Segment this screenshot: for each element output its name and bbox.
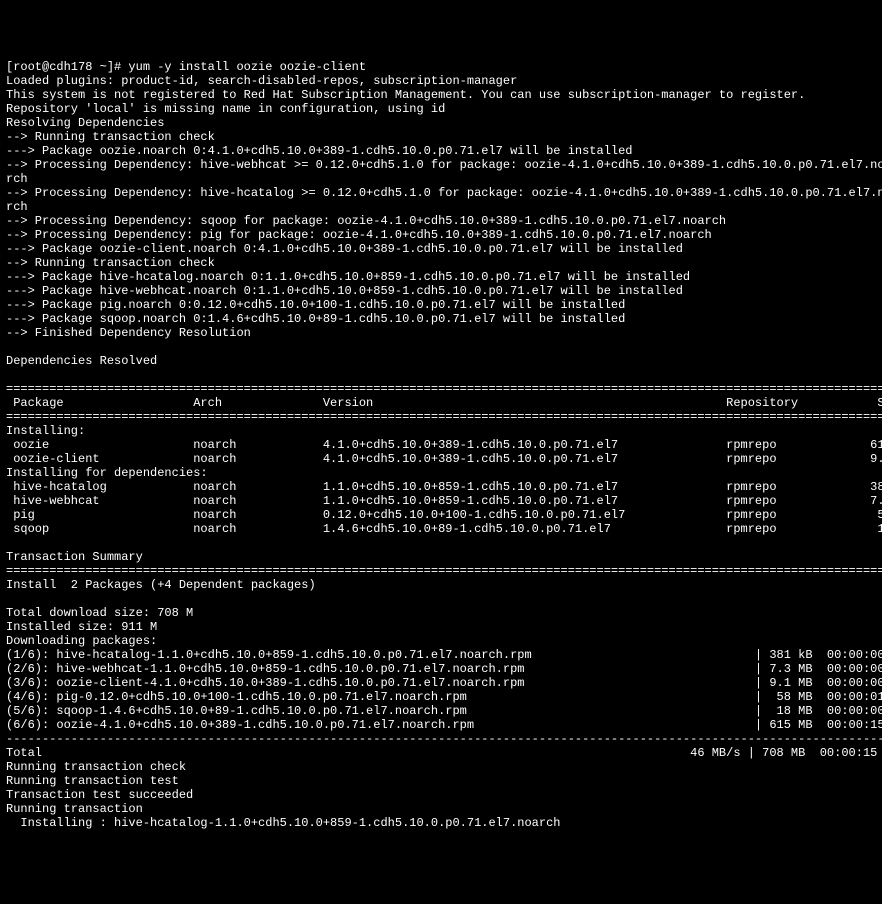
terminal-line: [6, 368, 876, 382]
terminal-line: [root@cdh178 ~]# yum -y install oozie oo…: [6, 60, 876, 74]
terminal-line: rch: [6, 172, 876, 186]
terminal-line: Resolving Dependencies: [6, 116, 876, 130]
terminal-line: Running transaction check: [6, 760, 876, 774]
terminal-line: hive-hcatalog noarch 1.1.0+cdh5.10.0+859…: [6, 480, 876, 494]
terminal-line: [6, 536, 876, 550]
terminal-line: oozie-client noarch 4.1.0+cdh5.10.0+389-…: [6, 452, 876, 466]
terminal-line: Transaction Summary: [6, 550, 876, 564]
terminal-line: This system is not registered to Red Hat…: [6, 88, 876, 102]
terminal-line: sqoop noarch 1.4.6+cdh5.10.0+89-1.cdh5.1…: [6, 522, 876, 536]
terminal-line: Installed size: 911 M: [6, 620, 876, 634]
terminal-line: ---> Package hive-webhcat.noarch 0:1.1.0…: [6, 284, 876, 298]
terminal-line: --> Finished Dependency Resolution: [6, 326, 876, 340]
terminal-line: --> Processing Dependency: pig for packa…: [6, 228, 876, 242]
terminal-line: (1/6): hive-hcatalog-1.1.0+cdh5.10.0+859…: [6, 648, 876, 662]
terminal-line: --> Running transaction check: [6, 256, 876, 270]
terminal-line: --> Processing Dependency: hive-hcatalog…: [6, 186, 876, 200]
terminal-line: (3/6): oozie-client-4.1.0+cdh5.10.0+389-…: [6, 676, 876, 690]
terminal-line: (2/6): hive-webhcat-1.1.0+cdh5.10.0+859-…: [6, 662, 876, 676]
terminal-line: ---> Package oozie-client.noarch 0:4.1.0…: [6, 242, 876, 256]
terminal-line: Running transaction test: [6, 774, 876, 788]
terminal-output: [root@cdh178 ~]# yum -y install oozie oo…: [6, 60, 876, 830]
terminal-line: Installing : hive-hcatalog-1.1.0+cdh5.10…: [6, 816, 876, 830]
terminal-line: Total 46 MB/s | 708 MB 00:00:15: [6, 746, 876, 760]
terminal-line: ---> Package pig.noarch 0:0.12.0+cdh5.10…: [6, 298, 876, 312]
terminal-line: --> Processing Dependency: sqoop for pac…: [6, 214, 876, 228]
terminal-line: hive-webhcat noarch 1.1.0+cdh5.10.0+859-…: [6, 494, 876, 508]
terminal-line: ========================================…: [6, 382, 876, 396]
terminal-line: Install 2 Packages (+4 Dependent package…: [6, 578, 876, 592]
terminal-line: (6/6): oozie-4.1.0+cdh5.10.0+389-1.cdh5.…: [6, 718, 876, 732]
terminal-line: oozie noarch 4.1.0+cdh5.10.0+389-1.cdh5.…: [6, 438, 876, 452]
terminal-line: Running transaction: [6, 802, 876, 816]
terminal-line: rch: [6, 200, 876, 214]
terminal-line: Installing:: [6, 424, 876, 438]
terminal-line: ---> Package sqoop.noarch 0:1.4.6+cdh5.1…: [6, 312, 876, 326]
terminal-line: Loaded plugins: product-id, search-disab…: [6, 74, 876, 88]
terminal-line: pig noarch 0.12.0+cdh5.10.0+100-1.cdh5.1…: [6, 508, 876, 522]
terminal-line: --> Running transaction check: [6, 130, 876, 144]
terminal-line: Dependencies Resolved: [6, 354, 876, 368]
terminal-line: Transaction test succeeded: [6, 788, 876, 802]
terminal-line: ========================================…: [6, 410, 876, 424]
terminal-line: (5/6): sqoop-1.4.6+cdh5.10.0+89-1.cdh5.1…: [6, 704, 876, 718]
terminal-line: ========================================…: [6, 564, 876, 578]
terminal-line: ---> Package hive-hcatalog.noarch 0:1.1.…: [6, 270, 876, 284]
terminal-line: Total download size: 708 M: [6, 606, 876, 620]
terminal-line: ----------------------------------------…: [6, 732, 876, 746]
terminal-line: (4/6): pig-0.12.0+cdh5.10.0+100-1.cdh5.1…: [6, 690, 876, 704]
terminal-line: Package Arch Version Repository Size: [6, 396, 876, 410]
terminal-line: Installing for dependencies:: [6, 466, 876, 480]
terminal-line: Repository 'local' is missing name in co…: [6, 102, 876, 116]
terminal-line: Downloading packages:: [6, 634, 876, 648]
terminal-line: [6, 340, 876, 354]
terminal-line: ---> Package oozie.noarch 0:4.1.0+cdh5.1…: [6, 144, 876, 158]
terminal-line: [6, 592, 876, 606]
terminal-line: --> Processing Dependency: hive-webhcat …: [6, 158, 876, 172]
